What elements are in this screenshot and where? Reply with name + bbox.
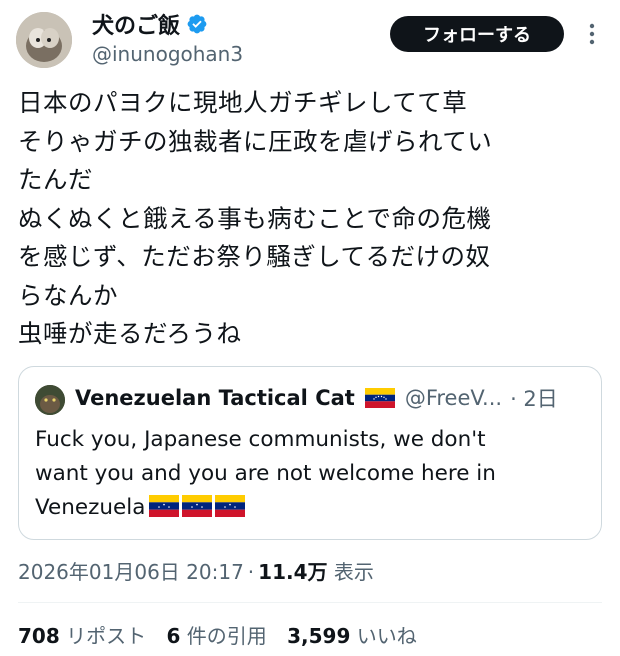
tweet-line: たんだ [18,165,93,194]
venezuela-flag-icon [364,388,395,408]
meta-separator: · [247,560,255,584]
likes-stat[interactable]: 3,599 いいね [287,624,417,648]
quoted-text-last-line: Venezuela [35,491,585,525]
quoted-display-name[interactable]: Venezuelan Tactical Cat [75,386,355,410]
divider [18,602,602,603]
tweet-timestamp[interactable]: 2026年01月06日 20:17 [18,560,244,584]
reposts-label: リポスト [66,624,147,648]
quotes-stat[interactable]: 6 件の引用 [166,624,266,648]
quoted-author-avatar[interactable] [35,385,65,415]
author-handle[interactable]: @inunogohan3 [92,42,243,66]
more-vertical-icon[interactable] [580,18,604,50]
quoted-text: Fuck you, Japanese communists, we don't … [35,423,585,525]
quoted-time[interactable]: · 2日 [510,383,558,413]
quotes-label: 件の引用 [186,624,267,648]
quoted-tweet[interactable]: Venezuelan Tactical Cat @FreeV... · 2日 F… [18,366,602,540]
venezuela-flag-icon [149,495,246,517]
reposts-count: 708 [18,624,60,648]
tweet-line: を感じず、ただお祭り騒ぎしてるだけの奴 [18,242,491,271]
verified-badge-icon [187,14,207,34]
likes-count: 3,599 [287,624,351,648]
follow-button[interactable]: フォローする [390,16,564,52]
tweet-line: ぬくぬくと餓える事も病むことで命の危機 [18,203,492,233]
author-name-row[interactable]: 犬のご飯 [92,8,208,40]
tweet-text: 日本のパヨクに現地人ガチギレしてて草 そりゃガチの独裁者に圧政を虐げられてい た… [18,84,608,354]
views-label: 表示 [333,560,374,584]
author-display-name[interactable]: 犬のご飯 [92,8,180,40]
tweet-line: 虫唾が走るだろうね [18,319,242,348]
views-count: 11.4万 [258,560,328,584]
tweet-meta: 2026年01月06日 20:17 · 11.4万 表示 [18,556,374,585]
quoted-handle[interactable]: @FreeV... [405,386,502,410]
reposts-stat[interactable]: 708 リポスト [18,624,146,648]
quotes-count: 6 [166,624,181,648]
quoted-header: Venezuelan Tactical Cat @FreeV... · 2日 [75,383,558,413]
tweet-header: 犬のご飯 @inunogohan3 フォローする [0,0,620,80]
likes-label: いいね [356,624,417,648]
engagement-stats: 708 リポスト 6 件の引用 3,599 いいね [18,620,431,649]
tweet-line: そりゃガチの独裁者に圧政を虐げられてい [18,126,493,156]
tweet-line: 日本のパヨクに現地人ガチギレしてて草 [18,88,468,117]
author-avatar[interactable] [16,12,72,68]
quoted-text-line: want you and you are not welcome here in [35,461,496,486]
quoted-text-line: Fuck you, Japanese communists, we don't [35,427,486,452]
tweet-line: らなんか [18,280,118,310]
quoted-text-line: Venezuela [35,495,146,520]
